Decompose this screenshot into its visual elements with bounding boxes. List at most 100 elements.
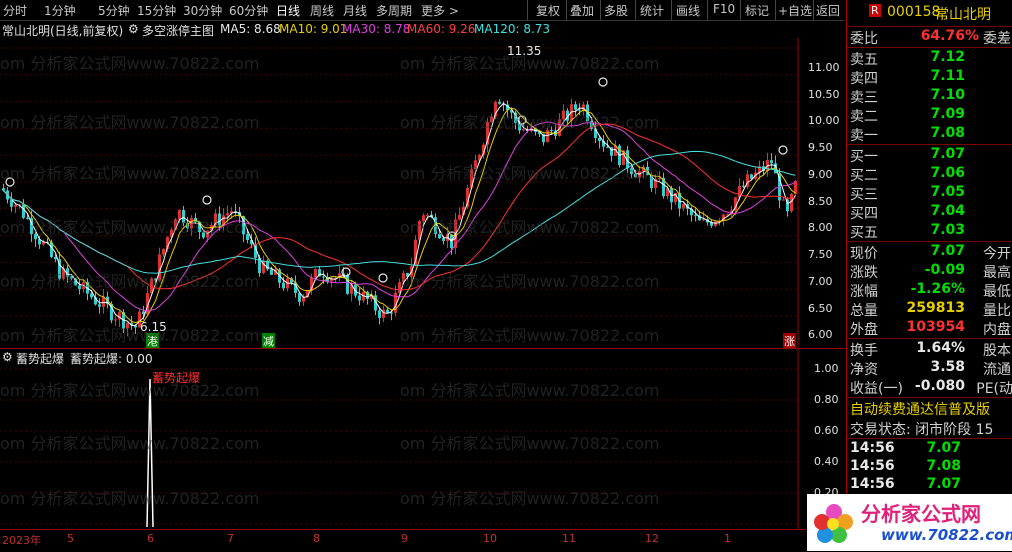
candle xyxy=(98,298,101,314)
stock-code: 000158 xyxy=(887,4,941,20)
ratio-value: 64.76% xyxy=(920,28,979,44)
overlay-button[interactable]: 叠加 xyxy=(570,2,594,19)
candle xyxy=(630,166,633,178)
y-tick: 8.00 xyxy=(808,221,833,234)
statistics-button[interactable]: 统计 xyxy=(640,2,664,19)
candle xyxy=(202,231,205,239)
indicator-chart[interactable] xyxy=(0,349,845,529)
period-toolbar: 分时 1分钟 5分钟 15分钟 30分钟 60分钟 日线 周线 月线 多周期 更… xyxy=(0,0,845,21)
candle xyxy=(502,101,505,112)
period-tab-15min[interactable]: 15分钟 xyxy=(137,2,176,19)
bid-price: 7.07 xyxy=(930,146,965,162)
ma5-label: MA5: 8.68 xyxy=(220,22,281,36)
bid-row-3: 买三 7.05 xyxy=(847,184,1012,203)
period-tab-timeshare[interactable]: 分时 xyxy=(3,2,27,19)
stat-row-pct: 涨幅 -1.26% 最低 xyxy=(850,281,1011,300)
period-tab-30min[interactable]: 30分钟 xyxy=(183,2,222,19)
ma120-label: MA120: 8.73 xyxy=(474,22,551,36)
period-tab-60min[interactable]: 60分钟 xyxy=(229,2,268,19)
candle xyxy=(790,192,793,213)
multi-stock-button[interactable]: 多股 xyxy=(604,2,628,19)
period-tab-weekly[interactable]: 周线 xyxy=(310,2,334,19)
tick-row: 14:56 7.07 xyxy=(850,476,961,492)
candle xyxy=(190,215,193,236)
quote-panel: R 000158 常山北明 委比 64.76% 委差 卖五 7.12 卖四 7.11… xyxy=(807,0,1012,551)
candle xyxy=(382,305,385,323)
indicator-gear-icon[interactable]: ⚙ xyxy=(128,22,139,36)
candle xyxy=(486,117,489,153)
candle xyxy=(182,206,185,227)
x-tick: 8 xyxy=(313,532,320,545)
candle xyxy=(614,140,617,156)
candle xyxy=(394,285,397,317)
stock-name: 常山北明 xyxy=(935,7,991,23)
site-logo: 分析家公式网 www.70822.com xyxy=(807,494,1012,551)
x-tick: 1 xyxy=(724,532,731,545)
bid-label: 买一 xyxy=(850,149,878,165)
y-tick: 10.00 xyxy=(808,114,840,127)
bid-row-5: 买五 7.03 xyxy=(847,222,1012,241)
x-tick: 11 xyxy=(562,532,576,545)
candle xyxy=(62,264,65,281)
candle xyxy=(658,170,661,181)
mark-button[interactable]: 标记 xyxy=(745,2,769,19)
period-tab-5min[interactable]: 5分钟 xyxy=(98,2,130,19)
stat-row-outer: 外盘 103954 内盘 xyxy=(850,319,1011,338)
x-tick: 5 xyxy=(67,532,74,545)
signal-marker xyxy=(202,195,212,205)
bid-label: 买五 xyxy=(850,225,878,241)
logo-title: 分析家公式网 xyxy=(861,502,981,526)
candle xyxy=(42,239,45,246)
y-tick: 10.50 xyxy=(808,88,840,101)
bid-label: 买二 xyxy=(850,168,878,184)
y-tick: 0.60 xyxy=(814,424,839,437)
ask-label: 卖四 xyxy=(850,71,878,87)
candle xyxy=(474,154,477,170)
f10-button[interactable]: F10 xyxy=(713,2,735,16)
add-watchlist-button[interactable]: +自选 xyxy=(778,2,812,19)
back-button[interactable]: 返回 xyxy=(816,2,840,19)
period-tab-monthly[interactable]: 月线 xyxy=(343,2,367,19)
candle xyxy=(102,289,105,314)
candle xyxy=(602,135,605,152)
stat-row-change: 涨跌 -0.09 最高 xyxy=(850,262,1011,281)
candle xyxy=(694,208,697,222)
candle xyxy=(574,101,577,117)
ask-label: 卖三 xyxy=(850,90,878,106)
tick-row: 14:56 7.07 xyxy=(850,440,961,456)
period-tab-multi[interactable]: 多周期 xyxy=(376,2,412,19)
candlestick-chart[interactable] xyxy=(0,38,845,348)
candle xyxy=(754,167,757,181)
bid-row-2: 买二 7.06 xyxy=(847,165,1012,184)
candle xyxy=(746,170,749,189)
candle xyxy=(710,219,713,228)
tag-label: 涨 xyxy=(783,333,796,349)
y-tick: 6.00 xyxy=(808,328,833,341)
ask-row-1: 卖一 7.08 xyxy=(847,125,1012,144)
tick-row: 14:56 7.08 xyxy=(850,458,961,474)
candle xyxy=(766,152,769,177)
main-indicator-name[interactable]: 多空涨停主图 xyxy=(142,22,214,39)
y-tick: 7.00 xyxy=(808,275,833,288)
period-tab-1min[interactable]: 1分钟 xyxy=(44,2,76,19)
draw-line-button[interactable]: 画线 xyxy=(676,2,700,19)
stock-title: 常山北明(日线,前复权) xyxy=(2,24,124,38)
tag-label: 减 xyxy=(262,333,275,349)
y-tick: 9.00 xyxy=(808,168,833,181)
y-tick: 0.40 xyxy=(814,455,839,468)
period-tab-daily[interactable]: 日线 xyxy=(276,2,300,19)
ma60-line xyxy=(3,123,796,291)
promo-banner[interactable]: 自动续费通达信普及版 xyxy=(847,399,1012,418)
ask-row-4: 卖四 7.11 xyxy=(847,68,1012,87)
period-tab-more[interactable]: 更多 > xyxy=(421,2,459,19)
bid-label: 买三 xyxy=(850,187,878,203)
x-tick: 7 xyxy=(227,532,234,545)
adjust-button[interactable]: 复权 xyxy=(536,2,560,19)
low-price-label: 6.15 xyxy=(140,320,167,334)
ask-price: 7.11 xyxy=(930,68,965,84)
ratio-label: 委比 xyxy=(850,31,878,47)
x-tick: 10 xyxy=(483,532,497,545)
x-tick: 12 xyxy=(645,532,659,545)
ma30-label: MA30: 8.78 xyxy=(342,22,411,36)
ask-row-5: 卖五 7.12 xyxy=(847,49,1012,68)
